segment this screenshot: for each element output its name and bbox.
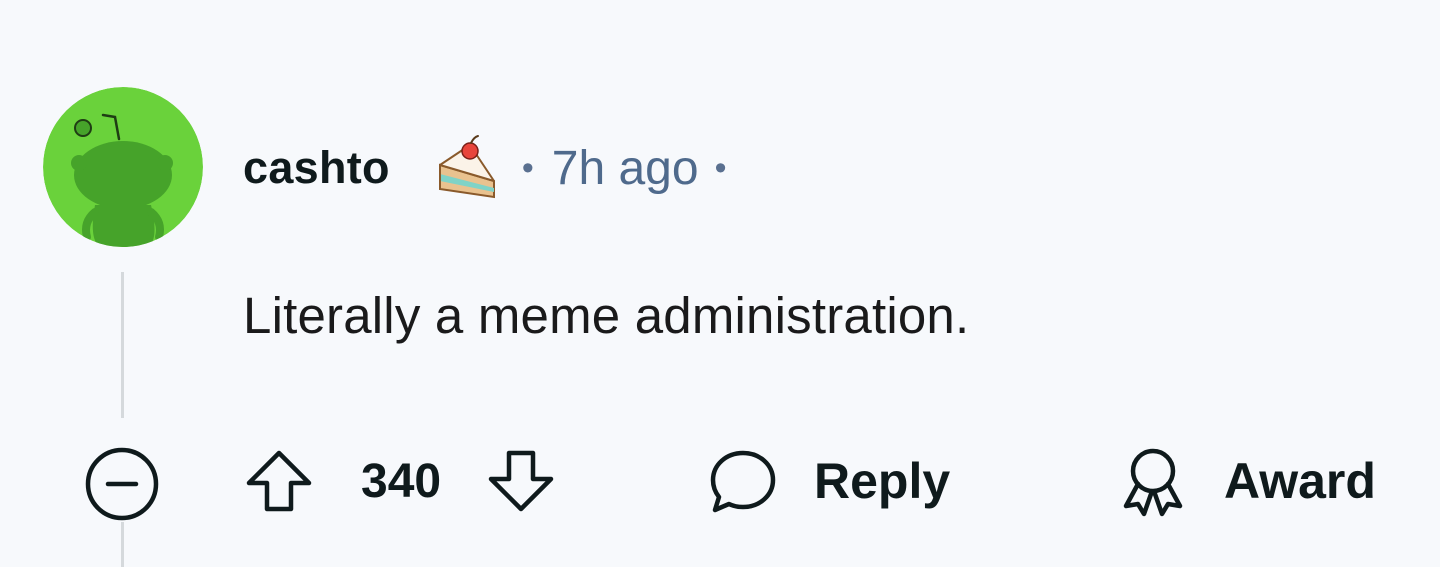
author-username[interactable]: cashto xyxy=(243,142,390,194)
comment: cashto • 7h ago • Literally a meme admin… xyxy=(0,0,1440,567)
collapse-thread-button[interactable] xyxy=(83,445,161,523)
comment-action-bar: 340 Reply Award xyxy=(0,430,1440,523)
collapse-thread-icon xyxy=(85,447,159,521)
reply-button[interactable]: Reply xyxy=(706,438,950,524)
downvote-button[interactable] xyxy=(485,445,557,517)
timestamp[interactable]: 7h ago xyxy=(552,141,699,196)
avatar[interactable] xyxy=(43,87,203,247)
award-ribbon-icon xyxy=(1123,448,1183,517)
comment-body: Literally a meme administration. xyxy=(243,287,970,344)
vote-score: 340 xyxy=(361,454,442,508)
comment-header: cashto • 7h ago • xyxy=(243,128,742,208)
award-label: Award xyxy=(1224,453,1376,509)
snoo-avatar-icon xyxy=(43,87,203,247)
separator-dot: • xyxy=(714,148,727,187)
cake-day-icon xyxy=(430,131,504,205)
reply-label: Reply xyxy=(814,453,951,509)
downvote-arrow-icon xyxy=(488,450,554,512)
award-button[interactable]: Award xyxy=(1118,438,1376,524)
speech-bubble-icon xyxy=(710,450,776,513)
thread-line-continuation[interactable] xyxy=(121,522,124,567)
separator-dot: • xyxy=(521,148,534,187)
upvote-button[interactable] xyxy=(243,445,315,517)
thread-line[interactable] xyxy=(121,272,124,418)
upvote-arrow-icon xyxy=(246,450,312,512)
vote-controls: 340 xyxy=(243,438,557,524)
